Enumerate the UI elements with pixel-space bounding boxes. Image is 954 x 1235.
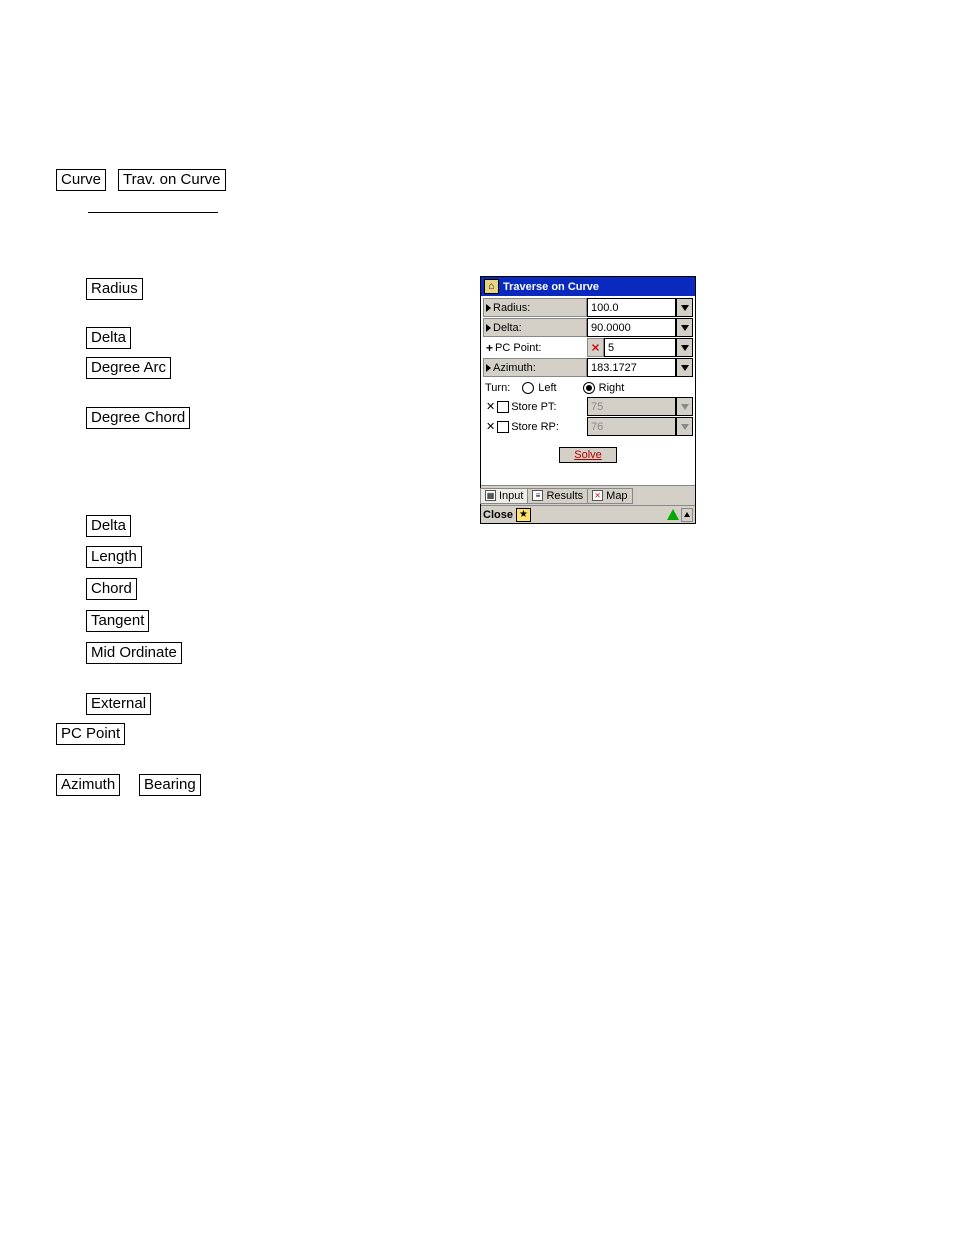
tab-bar: ▦ Input ≡ Results ⨯ Map: [481, 485, 695, 505]
map-tab-icon: ⨯: [592, 490, 603, 501]
azimuth-dropdown[interactable]: [676, 358, 693, 377]
row-store-pt: ✕ Store PT: 75: [483, 397, 693, 416]
solve-button[interactable]: Solve: [559, 447, 617, 463]
expand-icon: [486, 324, 491, 332]
tab-map-label: Map: [606, 490, 627, 502]
azimuth-label-cell[interactable]: Azimuth:: [483, 358, 587, 377]
store-rp-input: 76: [587, 417, 676, 436]
store-rp-checkbox[interactable]: [497, 421, 509, 433]
pcpoint-map-icon[interactable]: ⨯: [587, 338, 604, 357]
row-delta: Delta: 90.0000: [483, 318, 693, 337]
divider: [88, 212, 218, 213]
tab-input-label: Input: [499, 490, 523, 502]
radius-label: Radius:: [493, 302, 530, 314]
turn-left-radio[interactable]: [522, 382, 534, 394]
chevron-down-icon: [681, 404, 689, 410]
tab-results[interactable]: ≡ Results: [527, 488, 588, 504]
store-pt-checkbox[interactable]: [497, 401, 509, 413]
pc-point-button[interactable]: PC Point: [56, 723, 125, 745]
trav-on-curve-button[interactable]: Trav. on Curve: [118, 169, 226, 191]
pcpoint-label-cell: + PC Point:: [483, 338, 587, 357]
bearing-button[interactable]: Bearing: [139, 774, 201, 796]
delta-input[interactable]: 90.0000: [587, 318, 676, 337]
turn-label: Turn:: [485, 382, 510, 394]
store-pt-input: 75: [587, 397, 676, 416]
store-rp-dropdown: [676, 417, 693, 436]
pcpoint-label: PC Point:: [495, 342, 541, 354]
chevron-down-icon: [681, 345, 689, 351]
tangent-button[interactable]: Tangent: [86, 610, 149, 632]
x-icon: ✕: [486, 400, 495, 413]
degree-arc-button[interactable]: Degree Arc: [86, 357, 171, 379]
tab-results-label: Results: [546, 490, 583, 502]
radius-input[interactable]: 100.0: [587, 298, 676, 317]
status-star-button[interactable]: ★: [516, 508, 531, 522]
external-button[interactable]: External: [86, 693, 151, 715]
delta-button-1[interactable]: Delta: [86, 327, 131, 349]
delta-label-cell[interactable]: Delta:: [483, 318, 587, 337]
chevron-down-icon: [681, 305, 689, 311]
row-store-rp: ✕ Store RP: 76: [483, 417, 693, 436]
delta-button-2[interactable]: Delta: [86, 515, 131, 537]
app-icon: ⌂: [484, 279, 499, 294]
azimuth-input[interactable]: 183.1727: [587, 358, 676, 377]
store-rp-cell: ✕ Store RP:: [483, 417, 587, 436]
store-rp-label: Store RP:: [511, 421, 559, 433]
turn-right-label: Right: [599, 382, 625, 394]
curve-button[interactable]: Curve: [56, 169, 106, 191]
plus-icon: +: [486, 341, 493, 355]
status-bar: Close ★: [481, 505, 695, 523]
window-title: Traverse on Curve: [503, 281, 599, 293]
row-turn: Turn: Left Right: [483, 378, 693, 397]
chevron-down-icon: [681, 424, 689, 430]
input-tab-icon: ▦: [485, 490, 496, 501]
x-icon: ✕: [486, 420, 495, 433]
azimuth-label: Azimuth:: [493, 362, 536, 374]
expand-icon: [486, 364, 491, 372]
chevron-down-icon: [681, 325, 689, 331]
radius-dropdown[interactable]: [676, 298, 693, 317]
close-button[interactable]: Close: [483, 509, 513, 521]
store-pt-label: Store PT:: [511, 401, 556, 413]
row-radius: Radius: 100.0: [483, 298, 693, 317]
radius-label-cell[interactable]: Radius:: [483, 298, 587, 317]
titlebar[interactable]: ⌂ Traverse on Curve: [481, 277, 695, 296]
solve-wrap: Solve: [483, 437, 693, 483]
pcpoint-dropdown[interactable]: [676, 338, 693, 357]
pcpoint-input[interactable]: 5: [604, 338, 676, 357]
warning-icon: [667, 509, 679, 520]
traverse-on-curve-dialog: ⌂ Traverse on Curve Radius: 100.0 Delta:…: [480, 276, 696, 524]
form-area: Radius: 100.0 Delta: 90.0000 + PC Point:…: [481, 296, 695, 485]
tab-input[interactable]: ▦ Input: [480, 488, 528, 504]
expand-icon: [486, 304, 491, 312]
store-pt-dropdown: [676, 397, 693, 416]
delta-dropdown[interactable]: [676, 318, 693, 337]
mid-ordinate-button[interactable]: Mid Ordinate: [86, 642, 182, 664]
row-azimuth: Azimuth: 183.1727: [483, 358, 693, 377]
store-pt-cell: ✕ Store PT:: [483, 397, 587, 416]
tab-map[interactable]: ⨯ Map: [587, 488, 632, 504]
chevron-down-icon: [681, 365, 689, 371]
row-pcpoint: + PC Point: ⨯ 5: [483, 338, 693, 357]
delta-label: Delta:: [493, 322, 522, 334]
turn-left-label: Left: [538, 382, 556, 394]
collapse-up-button[interactable]: [681, 508, 693, 522]
azimuth-button[interactable]: Azimuth: [56, 774, 120, 796]
length-button[interactable]: Length: [86, 546, 142, 568]
chord-button[interactable]: Chord: [86, 578, 137, 600]
degree-chord-button[interactable]: Degree Chord: [86, 407, 190, 429]
turn-right-radio[interactable]: [583, 382, 595, 394]
radius-button[interactable]: Radius: [86, 278, 143, 300]
results-tab-icon: ≡: [532, 490, 543, 501]
